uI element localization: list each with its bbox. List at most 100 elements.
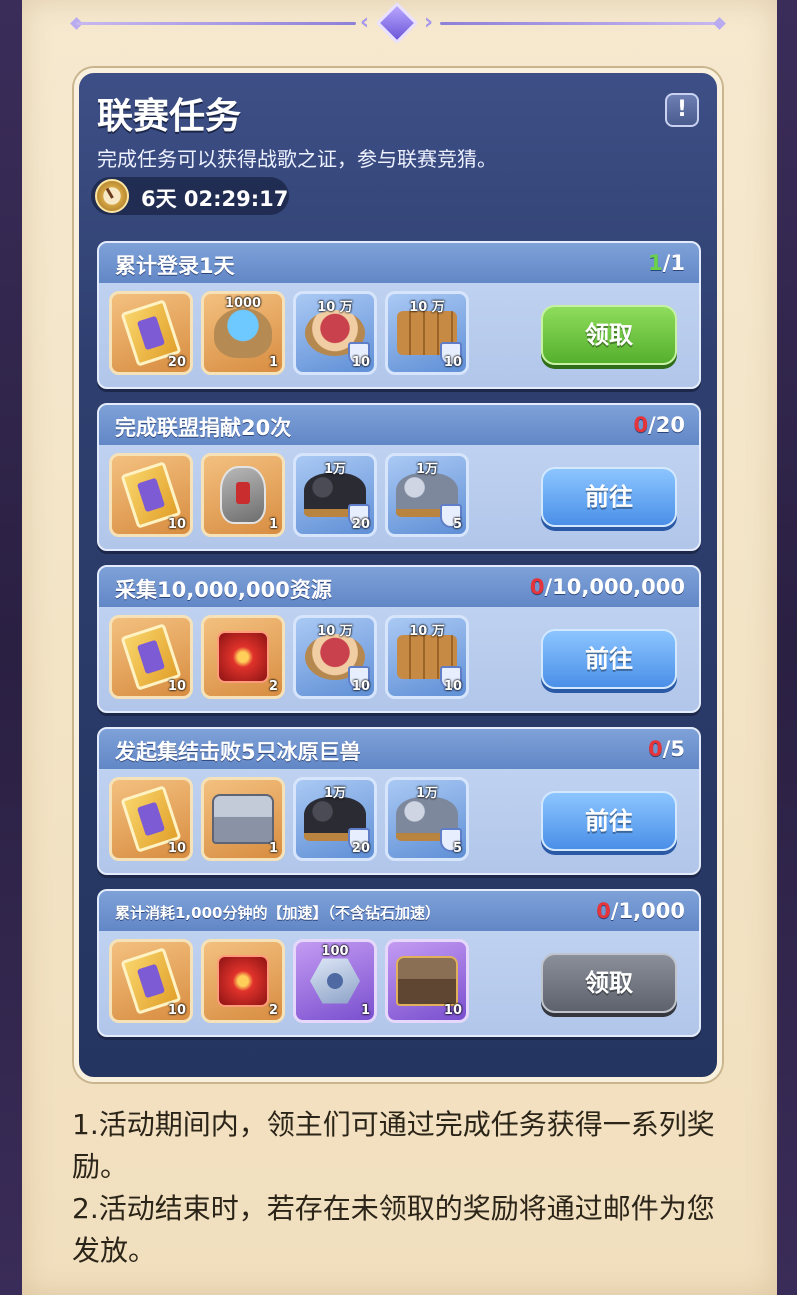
reward-item[interactable]: 1000 1 <box>201 291 285 375</box>
task-name: 采集10,000,000资源 <box>115 578 332 602</box>
claim-button[interactable]: 领取 <box>541 953 677 1013</box>
reward-count: 10 <box>351 679 370 694</box>
progress-current: 0 <box>648 737 663 761</box>
reward-count: 10 <box>443 679 462 694</box>
reward-amount: 1万 <box>323 462 347 477</box>
task-header: 累计消耗1,000分钟的【加速】（不含钻石加速） 0/1,000 <box>99 891 699 931</box>
left-backdrop <box>0 0 24 1295</box>
reward-item[interactable]: 1万 5 <box>385 453 469 537</box>
reward-item[interactable]: 10 <box>109 939 193 1023</box>
panel-title: 联赛任务 <box>97 96 242 137</box>
task-name: 完成联盟捐献20次 <box>115 416 292 440</box>
timer-text: 6天 02:29:17 <box>141 187 289 211</box>
reward-item[interactable]: 10 <box>109 453 193 537</box>
cube-icon <box>217 631 269 683</box>
sack-icon <box>214 308 272 358</box>
reward-item[interactable]: 10 万 10 <box>293 615 377 699</box>
reward-count: 1 <box>268 355 278 370</box>
rule-note: 2.活动结束时，若存在未领取的奖励将通过邮件为您发放。 <box>72 1192 715 1267</box>
reward-count: 5 <box>452 517 462 532</box>
gem-icon <box>375 1 419 45</box>
reward-item[interactable]: 10 <box>109 615 193 699</box>
reward-amount: 10 万 <box>317 624 353 639</box>
league-tasks-panel: 联赛任务 ! 完成任务可以获得战歌之证，参与联赛竞猜。 6天 02:29:17 … <box>74 68 722 1082</box>
reward-count: 20 <box>351 841 370 856</box>
claim-button[interactable]: 领取 <box>541 305 677 365</box>
reward-count: 10 <box>443 1003 462 1018</box>
task-progress: 1/1 <box>648 251 685 275</box>
reward-item[interactable]: 2 <box>201 939 285 1023</box>
cube-icon <box>217 955 269 1007</box>
task-header: 完成联盟捐献20次 0/20 <box>99 405 699 445</box>
reward-item[interactable]: 1万 5 <box>385 777 469 861</box>
stone-icon <box>220 466 266 524</box>
reward-amount: 10 万 <box>409 624 445 639</box>
task-progress: 0/5 <box>648 737 685 761</box>
clock-icon <box>95 179 129 213</box>
panel-description: 完成任务可以获得战歌之证，参与联赛竞猜。 <box>97 147 497 171</box>
reward-amount: 1万 <box>415 462 439 477</box>
reward-count: 1 <box>360 1003 370 1018</box>
task-progress: 0/1,000 <box>596 899 685 923</box>
task-card: 采集10,000,000资源 0/10,000,000 10 2 10 万 10… <box>97 565 701 713</box>
reward-amount: 1000 <box>224 296 262 311</box>
reward-item[interactable]: 2 <box>201 615 285 699</box>
reward-count: 10 <box>351 355 370 370</box>
reward-count: 10 <box>167 679 186 694</box>
progress-total: /1 <box>662 251 685 275</box>
rules-notes: 1.活动期间内，领主们可通过完成任务获得一系列奖励。 2.活动结束时，若存在未领… <box>72 1104 732 1272</box>
reward-item[interactable]: 10 <box>109 777 193 861</box>
reward-amount: 100 <box>321 944 349 959</box>
chest-icon <box>212 794 274 844</box>
reward-item[interactable]: 1万 20 <box>293 777 377 861</box>
task-name: 累计消耗1,000分钟的【加速】（不含钻石加速） <box>115 904 440 922</box>
progress-current: 0 <box>529 575 545 599</box>
ornament-dot-icon <box>713 17 726 30</box>
ornament-line <box>440 22 720 25</box>
progress-total: /1,000 <box>610 899 685 923</box>
reward-count: 2 <box>268 679 278 694</box>
task-progress: 0/20 <box>633 413 685 437</box>
goto-button[interactable]: 前往 <box>541 629 677 689</box>
reward-amount: 1万 <box>415 786 439 801</box>
chevron-left-icon: ‹ <box>360 10 370 35</box>
task-card: 发起集结击败5只冰原巨兽 0/5 10 1 1万 20 1万 5 前往 <box>97 727 701 875</box>
reward-count: 2 <box>268 1003 278 1018</box>
gold-chest-icon <box>396 956 458 1006</box>
reward-item[interactable]: 1万 20 <box>293 453 377 537</box>
task-progress: 0/10,000,000 <box>530 575 685 599</box>
progress-total: /5 <box>662 737 685 761</box>
reward-item[interactable]: 10 <box>385 939 469 1023</box>
reward-item[interactable]: 10 万 10 <box>385 291 469 375</box>
reward-item[interactable]: 10 万 10 <box>385 615 469 699</box>
reward-count: 10 <box>167 1003 186 1018</box>
task-name: 累计登录1天 <box>115 254 235 278</box>
reward-amount: 10 万 <box>409 300 445 315</box>
info-button[interactable]: ! <box>665 93 699 127</box>
progress-current: 0 <box>633 413 649 437</box>
reward-item[interactable]: 100 1 <box>293 939 377 1023</box>
bolt-icon <box>310 958 360 1004</box>
reward-count: 5 <box>452 841 462 856</box>
task-header: 发起集结击败5只冰原巨兽 0/5 <box>99 729 699 769</box>
goto-button[interactable]: 前往 <box>541 791 677 851</box>
reward-count: 20 <box>351 517 370 532</box>
reward-item[interactable]: 1 <box>201 453 285 537</box>
progress-current: 1 <box>648 251 663 275</box>
task-header: 累计登录1天 1/1 <box>99 243 699 283</box>
reward-amount: 1万 <box>323 786 347 801</box>
task-card: 完成联盟捐献20次 0/20 10 1 1万 20 1万 5 前往 <box>97 403 701 551</box>
reward-item[interactable]: 20 <box>109 291 193 375</box>
countdown-timer: 6天 02:29:17 <box>91 177 289 215</box>
reward-count: 10 <box>167 841 186 856</box>
reward-item[interactable]: 1 <box>201 777 285 861</box>
reward-count: 20 <box>167 355 186 370</box>
reward-count: 10 <box>167 517 186 532</box>
task-card: 累计登录1天 1/1 20 1000 1 10 万 10 10 万 10 领取 <box>97 241 701 389</box>
reward-count: 1 <box>268 841 278 856</box>
task-card: 累计消耗1,000分钟的【加速】（不含钻石加速） 0/1,000 10 2 10… <box>97 889 701 1037</box>
task-name: 发起集结击败5只冰原巨兽 <box>115 740 361 764</box>
reward-item[interactable]: 10 万 10 <box>293 291 377 375</box>
progress-total: /10,000,000 <box>544 575 685 599</box>
goto-button[interactable]: 前往 <box>541 467 677 527</box>
